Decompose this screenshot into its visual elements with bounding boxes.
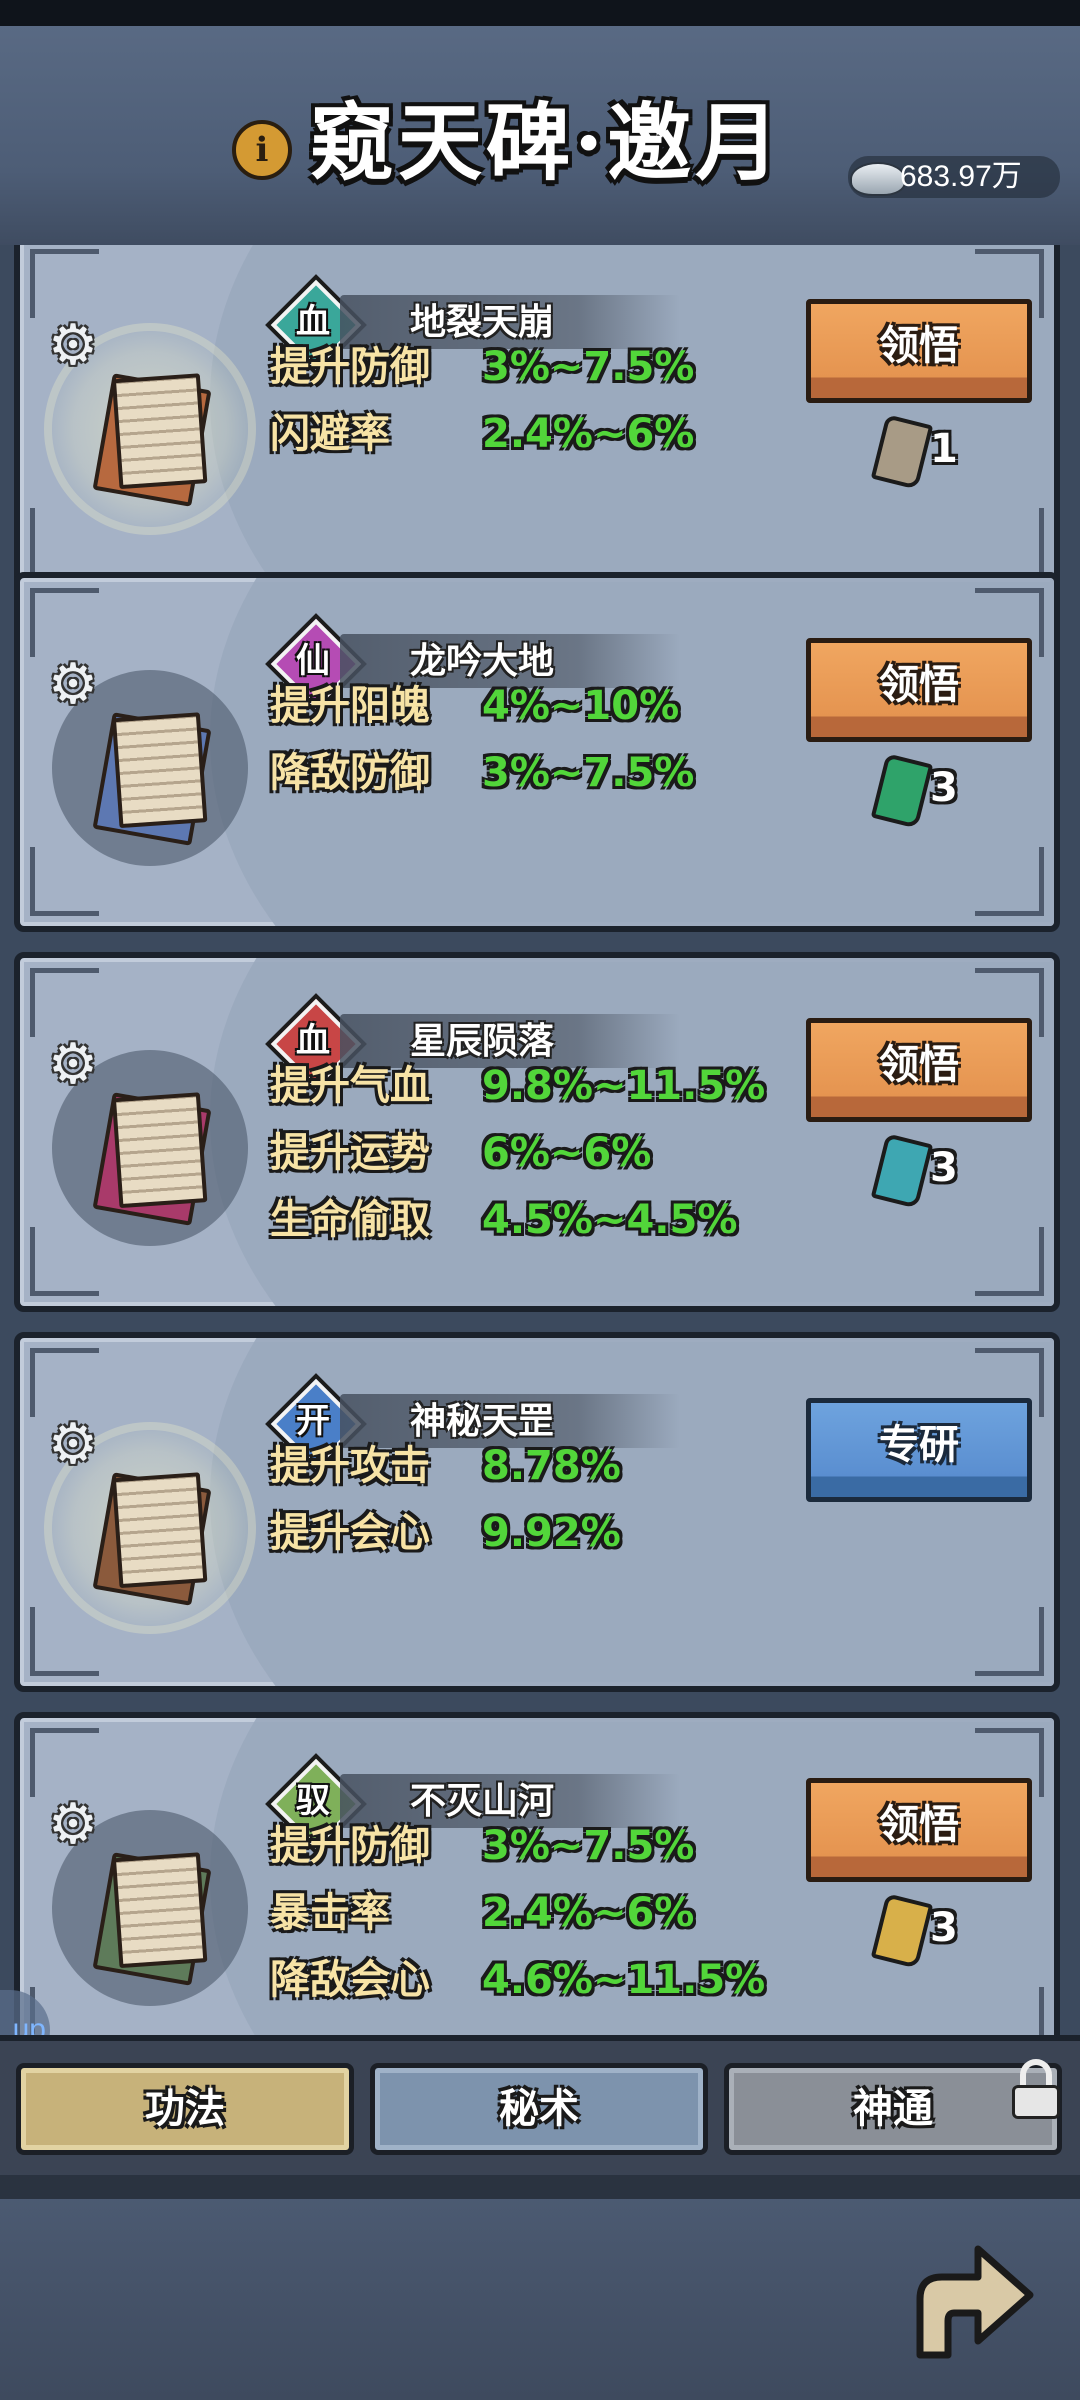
- technique-card: ⚙ 驭不灭山河 提升防御 3%~7.5% 暴击率 2.4%~6% 降敌会心 4.6%~11.5…: [14, 1712, 1060, 2035]
- stat-row: 提升防御 3%~7.5%: [270, 334, 694, 400]
- stat-value: 4.5%~4.5%: [482, 1197, 738, 1243]
- stat-value: 4.6%~11.5%: [482, 1957, 766, 2003]
- stat-row: 暴击率 2.4%~6%: [270, 1880, 694, 1946]
- stat-value: 3%~7.5%: [482, 1823, 695, 1869]
- stat-row: 闪避率 2.4%~6%: [270, 401, 694, 467]
- cost-display: 3: [870, 753, 996, 829]
- page-title: 窥天碑·邀月: [310, 93, 784, 192]
- scroll-token-icon: [870, 414, 934, 490]
- stat-value: 6%~6%: [482, 1130, 652, 1176]
- stat-row: 提升攻击 8.78%: [270, 1433, 621, 1499]
- technique-card: ⚙ 仙龙吟大地 提升阳魄 4%~10% 降敌防御 3%~7.5% 领悟 3: [14, 572, 1060, 932]
- stat-value: 9.92%: [482, 1510, 621, 1556]
- stat-value: 2.4%~6%: [482, 1890, 695, 1936]
- info-icon[interactable]: i: [232, 120, 292, 180]
- scroll-icon[interactable]: [92, 712, 212, 846]
- scroll-token-icon: [870, 1133, 934, 1209]
- currency-amount: 683.97万: [900, 160, 1022, 193]
- cost-count: 3: [930, 765, 958, 811]
- scroll-icon[interactable]: [92, 373, 212, 507]
- stat-row: 生命偷取 4.5%~4.5%: [270, 1187, 737, 1253]
- cost-count: 1: [930, 426, 958, 472]
- stat-row: 提升阳魄 4%~10%: [270, 673, 679, 739]
- scroll-icon[interactable]: [92, 1092, 212, 1226]
- silver-ingot-icon: [850, 162, 906, 196]
- cost-display: 1: [870, 414, 996, 490]
- stat-name: 暴击率: [270, 1889, 390, 1936]
- comprehend-button[interactable]: 领悟: [806, 299, 1032, 403]
- stat-value: 3%~7.5%: [482, 344, 695, 390]
- stat-value: 9.8%~11.5%: [482, 1063, 766, 1109]
- comprehend-button[interactable]: 领悟: [806, 638, 1032, 742]
- currency-display: 683.97万: [848, 156, 1060, 198]
- header: i 窥天碑·邀月 683.97万: [0, 0, 1080, 251]
- gear-icon[interactable]: ⚙: [44, 1416, 102, 1474]
- technique-list[interactable]: ⚙ 血地裂天崩 提升防御 3%~7.5% 闪避率 2.4%~6% 领悟 1 ⚙ 仙龙吟大地 提升阳魄…: [0, 245, 1080, 2035]
- cost-count: 3: [930, 1905, 958, 1951]
- footer: [0, 2175, 1080, 2400]
- technique-card: ⚙ 开神秘天罡 提升攻击 8.78% 提升会心 9.92% 专研: [14, 1332, 1060, 1692]
- cost-display: 3: [870, 1133, 996, 1209]
- tab-mishu[interactable]: 秘术: [370, 2063, 708, 2155]
- stat-name: 提升防御: [270, 343, 430, 390]
- stat-name: 提升阳魄: [270, 682, 430, 729]
- scroll-token-icon: [870, 1893, 934, 1969]
- stat-row: 降敌会心 4.6%~11.5%: [270, 1947, 765, 2013]
- stat-row: 降敌防御 3%~7.5%: [270, 740, 694, 806]
- tab-bar: 功法 秘术 神通: [0, 2035, 1080, 2187]
- tab-gongfa[interactable]: 功法: [16, 2063, 354, 2155]
- gear-icon[interactable]: ⚙: [44, 656, 102, 714]
- stat-name: 闪避率: [270, 410, 390, 457]
- stat-name: 提升运势: [270, 1129, 430, 1176]
- technique-card: ⚙ 血地裂天崩 提升防御 3%~7.5% 闪避率 2.4%~6% 领悟 1: [14, 245, 1060, 593]
- stat-value: 4%~10%: [482, 683, 680, 729]
- technique-card: ⚙ 血星辰陨落 提升气血 9.8%~11.5% 提升运势 6%~6% 生命偷取 4.5%~4.…: [14, 952, 1060, 1312]
- stat-row: 提升运势 6%~6%: [270, 1120, 651, 1186]
- comprehend-button[interactable]: 领悟: [806, 1018, 1032, 1122]
- stat-row: 提升气血 9.8%~11.5%: [270, 1053, 765, 1119]
- stat-name: 降敌防御: [270, 749, 430, 796]
- gear-icon[interactable]: ⚙: [44, 317, 102, 375]
- stat-value: 3%~7.5%: [482, 750, 695, 796]
- scroll-icon[interactable]: [92, 1472, 212, 1606]
- stat-value: 2.4%~6%: [482, 411, 695, 457]
- stat-name: 提升攻击: [270, 1442, 430, 1489]
- stat-row: 提升会心 9.92%: [270, 1500, 621, 1566]
- stat-name: 提升防御: [270, 1822, 430, 1869]
- stat-name: 提升气血: [270, 1062, 430, 1109]
- cost-count: 3: [930, 1145, 958, 1191]
- scroll-icon[interactable]: [92, 1852, 212, 1986]
- stat-name: 提升会心: [270, 1509, 430, 1556]
- stat-name: 降敌会心: [270, 1956, 430, 2003]
- stat-value: 8.78%: [482, 1443, 621, 1489]
- stat-row: 提升防御 3%~7.5%: [270, 1813, 694, 1879]
- scroll-token-icon: [870, 753, 934, 829]
- back-arrow-icon[interactable]: [890, 2229, 1040, 2369]
- cost-display: 3: [870, 1893, 996, 1969]
- gear-icon[interactable]: ⚙: [44, 1036, 102, 1094]
- research-button[interactable]: 专研: [806, 1398, 1032, 1502]
- gear-icon[interactable]: ⚙: [44, 1796, 102, 1854]
- lock-icon: [1010, 2059, 1062, 2119]
- stat-name: 生命偷取: [270, 1196, 430, 1243]
- comprehend-button[interactable]: 领悟: [806, 1778, 1032, 1882]
